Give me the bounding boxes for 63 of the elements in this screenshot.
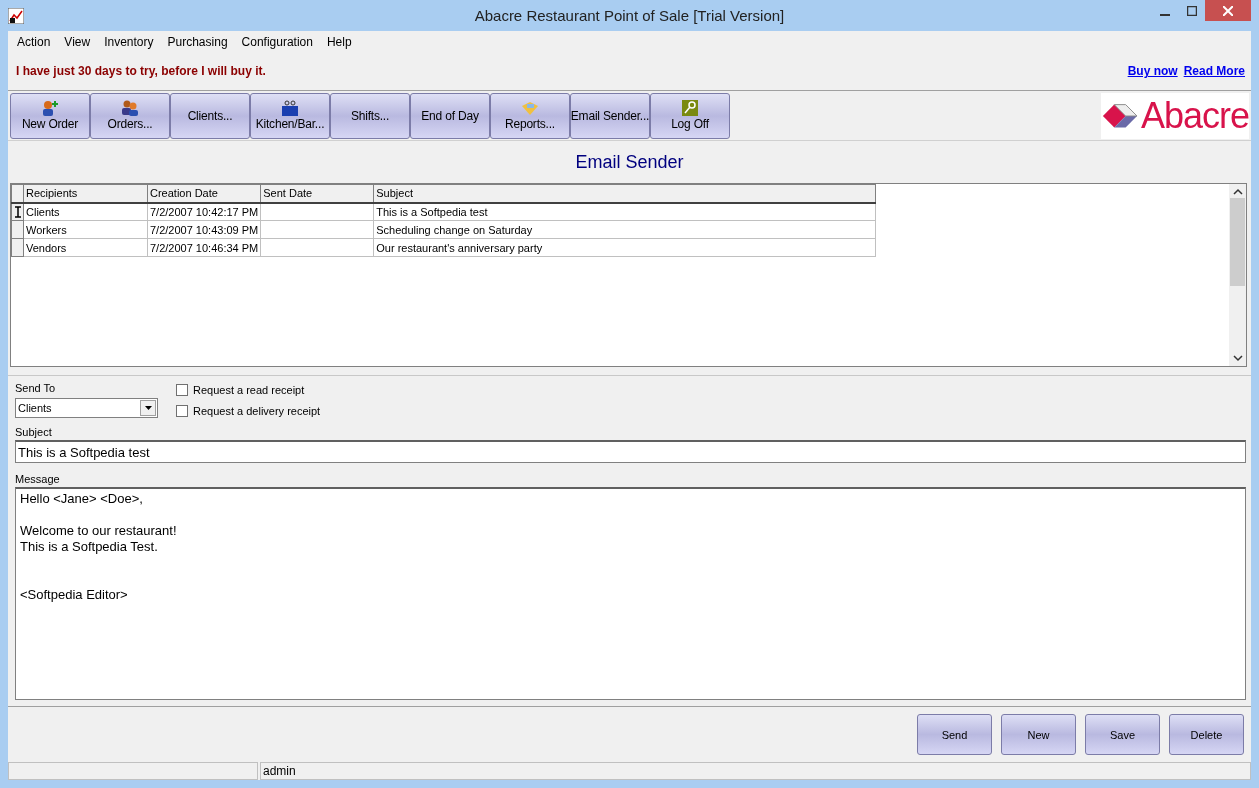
dropdown-arrow-icon xyxy=(144,406,152,410)
field-label: Subject xyxy=(15,426,53,438)
toolbar-button[interactable]: Orders... xyxy=(90,92,170,139)
scrollbar[interactable] xyxy=(1229,184,1246,366)
scroll-up-icon xyxy=(1232,188,1243,196)
menu-item[interactable]: Help xyxy=(319,34,359,49)
menu-item[interactable]: Inventory xyxy=(97,34,161,49)
toolbar-button[interactable]: Clients... xyxy=(170,92,250,139)
column-header[interactable]: Sent Date xyxy=(260,184,374,203)
menu-item[interactable]: Configuration xyxy=(234,34,320,49)
column-header[interactable]: Creation Date xyxy=(147,184,261,203)
status-pane: admin xyxy=(260,762,1251,780)
menu-item[interactable]: Purchasing xyxy=(160,34,235,49)
column-header[interactable]: Subject xyxy=(373,184,876,203)
table-cell: Clients xyxy=(23,202,148,221)
table-cell: Vendors xyxy=(23,238,148,257)
toolbar-button[interactable]: New Order xyxy=(10,92,90,139)
table-cell: Scheduling change on Saturday xyxy=(373,220,876,239)
app-icon xyxy=(8,7,24,24)
folder-icon xyxy=(521,100,539,116)
checkbox[interactable]: Request a delivery receipt xyxy=(176,405,321,417)
logo: Abacre xyxy=(1101,92,1249,139)
text-cursor-icon xyxy=(12,205,23,218)
maximize-icon xyxy=(1186,5,1197,16)
window-title: Abacre Restaurant Point of Sale [Trial Version] xyxy=(473,7,786,24)
close-button[interactable] xyxy=(1205,0,1251,21)
page-heading: Email Sender xyxy=(574,150,685,174)
link[interactable]: Buy now xyxy=(1127,64,1178,78)
toolbar-button[interactable]: Kitchen/Bar... xyxy=(250,92,330,139)
toolbar-button[interactable]: Reports... xyxy=(490,92,570,139)
table-cell: 7/2/2007 10:42:17 PM xyxy=(147,202,261,221)
toolbar-button[interactable]: End of Day xyxy=(410,92,490,139)
message-field[interactable]: Hello <Jane> <Doe>, Welcome to our restaurant! This is a Softpedia Test. <Softpedia Editor> xyxy=(15,487,1246,700)
key-icon xyxy=(682,100,698,116)
toolbar-button[interactable]: Log Off xyxy=(650,92,730,139)
close-icon xyxy=(1223,5,1233,16)
menu-item[interactable]: View xyxy=(57,34,98,49)
people-icon xyxy=(121,100,139,116)
scroll-thumb[interactable] xyxy=(1230,198,1245,286)
field-label: Send To xyxy=(15,382,57,394)
subject-field[interactable]: This is a Softpedia test xyxy=(15,440,1246,463)
table-cell: Workers xyxy=(23,220,148,239)
field-label: Message xyxy=(15,473,61,485)
action-button[interactable]: Save xyxy=(1085,714,1160,755)
send-to-dropdown[interactable]: Clients xyxy=(15,398,158,418)
person-plus-icon xyxy=(41,100,59,116)
minimize-icon xyxy=(1159,13,1170,16)
pot-icon xyxy=(280,100,300,116)
trial-message: I have just 30 days to try, before I will buy it. xyxy=(16,64,266,78)
table-cell: This is a Softpedia test xyxy=(373,202,876,221)
table-cell: Our restaurant's anniversary party xyxy=(373,238,876,257)
action-button[interactable]: New xyxy=(1001,714,1076,755)
toolbar-button[interactable]: Email Sender... xyxy=(570,92,650,139)
table-cell: 7/2/2007 10:43:09 PM xyxy=(147,220,261,239)
scroll-down-icon xyxy=(1232,354,1243,362)
link[interactable]: Read More xyxy=(1183,64,1245,78)
checkbox[interactable]: Request a read receipt xyxy=(176,384,321,396)
toolbar-button[interactable]: Shifts... xyxy=(330,92,410,139)
menu-item[interactable]: Action xyxy=(10,34,58,49)
action-button[interactable]: Send xyxy=(917,714,992,755)
action-button[interactable]: Delete xyxy=(1169,714,1244,755)
table-cell: 7/2/2007 10:46:34 PM xyxy=(147,238,261,257)
column-header[interactable]: Recipients xyxy=(23,184,148,203)
